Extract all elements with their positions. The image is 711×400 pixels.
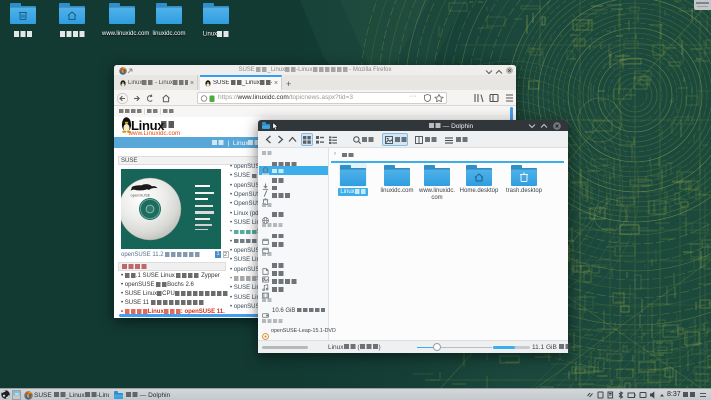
svg-text:openSUSE: openSUSE [131,193,151,198]
